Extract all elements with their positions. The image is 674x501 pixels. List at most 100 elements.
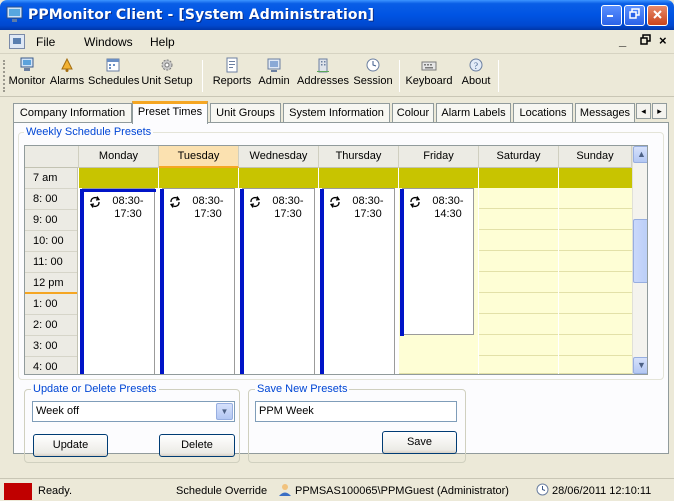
time-label: 2: 00 xyxy=(25,315,77,336)
toolbar-monitor-button[interactable]: Monitor xyxy=(8,57,46,95)
schedule-override-status: Schedule Override xyxy=(176,485,268,497)
restore-icon xyxy=(629,8,640,19)
schedule-bar xyxy=(160,189,164,374)
tab-messages[interactable]: Messages xyxy=(575,103,635,123)
day-column-thursday[interactable]: 08:30- 17:30 xyxy=(319,168,399,374)
schedule-bar xyxy=(400,189,404,336)
day-column-friday[interactable]: 08:30- 14:30 xyxy=(399,168,479,374)
tab-locations[interactable]: Locations xyxy=(513,103,573,123)
early-hours-band xyxy=(559,168,632,188)
toolbar-about-button[interactable]: ? About xyxy=(458,57,494,95)
repeat-cycle-icon xyxy=(169,196,181,208)
weekly-schedule-grid[interactable]: Monday Tuesday Wednesday Thursday Friday… xyxy=(24,145,648,375)
save-button[interactable]: Save xyxy=(382,431,457,454)
day-column-wednesday[interactable]: 08:30- 17:30 xyxy=(239,168,319,374)
vertical-scrollbar[interactable]: ▲ ▼ xyxy=(632,146,647,374)
status-bar: Ready. Schedule Override PPMSAS100065\PP… xyxy=(0,478,674,501)
schedule-entry-time: 08:30- 17:30 xyxy=(272,195,304,220)
mdi-close-icon[interactable]: × xyxy=(659,33,667,48)
day-header-tuesday: Tuesday xyxy=(159,146,239,168)
menu-file[interactable]: File xyxy=(36,35,55,49)
day-header-thursday: Thursday xyxy=(319,146,399,168)
time-label: 9: 00 xyxy=(25,210,77,231)
mdi-restore-glyph xyxy=(640,34,651,45)
toolbar-keyboard-label: Keyboard xyxy=(405,75,453,87)
session-clock-icon xyxy=(366,58,380,72)
about-info-icon: ? xyxy=(469,58,483,72)
clock-icon xyxy=(536,483,549,496)
empty-slot xyxy=(559,335,632,356)
schedule-entry-wednesday[interactable]: 08:30- 17:30 xyxy=(240,188,315,374)
day-column-tuesday[interactable]: 08:30- 17:30 xyxy=(159,168,239,374)
scroll-down-icon[interactable]: ▼ xyxy=(633,357,647,374)
toolbar-unit-setup-button[interactable]: Unit Setup xyxy=(140,57,194,95)
toolbar-separator xyxy=(399,60,400,92)
schedule-entry-time: 08:30- 17:30 xyxy=(192,195,224,220)
document-menu-icon[interactable] xyxy=(9,34,25,49)
empty-slot xyxy=(479,314,558,335)
toolbar-alarms-button[interactable]: Alarms xyxy=(48,57,86,95)
early-hours-band xyxy=(159,168,238,188)
menu-windows[interactable]: Windows xyxy=(84,35,133,49)
chevron-down-icon[interactable]: ▼ xyxy=(216,403,233,420)
schedule-top-bar xyxy=(83,189,156,192)
toolbar-schedules-button[interactable]: Schedules xyxy=(88,57,139,95)
toolbar-addresses-button[interactable]: Addresses xyxy=(296,57,350,95)
toolbar-grip[interactable] xyxy=(3,60,6,92)
time-label: 10: 00 xyxy=(25,231,77,252)
empty-slot xyxy=(479,230,558,251)
empty-slot xyxy=(559,188,632,209)
restore-button[interactable] xyxy=(624,5,645,26)
time-label: 11: 00 xyxy=(25,252,77,273)
tab-alarm-labels[interactable]: Alarm Labels xyxy=(436,103,511,123)
early-hours-band xyxy=(239,168,318,188)
schedule-entry-tuesday[interactable]: 08:30- 17:30 xyxy=(160,188,235,374)
schedule-entry-monday[interactable]: 08:30- 17:30 xyxy=(80,188,156,374)
tab-preset-times[interactable]: Preset Times xyxy=(132,101,208,124)
addresses-building-icon xyxy=(317,58,329,73)
update-button[interactable]: Update xyxy=(33,434,108,457)
early-hours-band xyxy=(319,168,398,188)
alarm-bell-icon xyxy=(61,57,73,72)
toolbar-monitor-label: Monitor xyxy=(8,75,46,87)
tab-colour[interactable]: Colour xyxy=(392,103,434,123)
toolbar-session-button[interactable]: Session xyxy=(352,57,394,95)
mdi-minimize-icon[interactable]: _ xyxy=(619,33,626,48)
toolbar-alarms-label: Alarms xyxy=(49,75,85,87)
toolbar-session-label: Session xyxy=(353,75,393,87)
early-hours-band xyxy=(399,168,478,188)
tab-system-information[interactable]: System Information xyxy=(283,103,390,123)
tab-scroll-right-icon[interactable]: ▸ xyxy=(652,103,667,119)
day-column-monday[interactable]: 08:30- 17:30 xyxy=(79,168,159,374)
schedule-entry-friday[interactable]: 08:30- 14:30 xyxy=(400,188,474,336)
header-corner xyxy=(25,146,79,168)
empty-slot xyxy=(559,356,632,374)
schedule-entry-thursday[interactable]: 08:30- 17:30 xyxy=(320,188,395,374)
tab-unit-groups[interactable]: Unit Groups xyxy=(210,103,281,123)
datetime-status: 28/06/2011 12:10:11 xyxy=(552,485,652,497)
tab-scroll-left-icon[interactable]: ◂ xyxy=(636,103,651,119)
toolbar-admin-label: Admin xyxy=(258,75,290,87)
day-column-saturday[interactable] xyxy=(479,168,559,374)
scroll-up-icon[interactable]: ▲ xyxy=(633,146,647,163)
minimize-button[interactable] xyxy=(601,5,622,26)
tab-company-information[interactable]: Company Information xyxy=(13,103,132,123)
keyboard-icon xyxy=(421,61,437,71)
empty-slot xyxy=(559,230,632,251)
repeat-cycle-icon xyxy=(89,196,101,208)
day-column-sunday[interactable] xyxy=(559,168,632,374)
menu-help[interactable]: Help xyxy=(150,35,175,49)
repeat-cycle-icon xyxy=(249,196,261,208)
schedule-bar xyxy=(240,189,244,374)
preset-name-field[interactable]: PPM Week xyxy=(255,401,457,422)
delete-button[interactable]: Delete xyxy=(159,434,235,457)
close-button[interactable] xyxy=(647,5,668,26)
preset-select[interactable]: Week off ▼ xyxy=(32,401,235,422)
toolbar-keyboard-button[interactable]: Keyboard xyxy=(403,57,455,95)
toolbar-admin-button[interactable]: Admin xyxy=(256,57,292,95)
early-hours-band xyxy=(79,168,158,188)
scrollbar-thumb[interactable] xyxy=(633,219,647,283)
mdi-restore-icon[interactable] xyxy=(640,33,651,48)
toolbar-reports-button[interactable]: Reports xyxy=(210,57,254,95)
toolbar-unit-setup-label: Unit Setup xyxy=(141,75,193,87)
